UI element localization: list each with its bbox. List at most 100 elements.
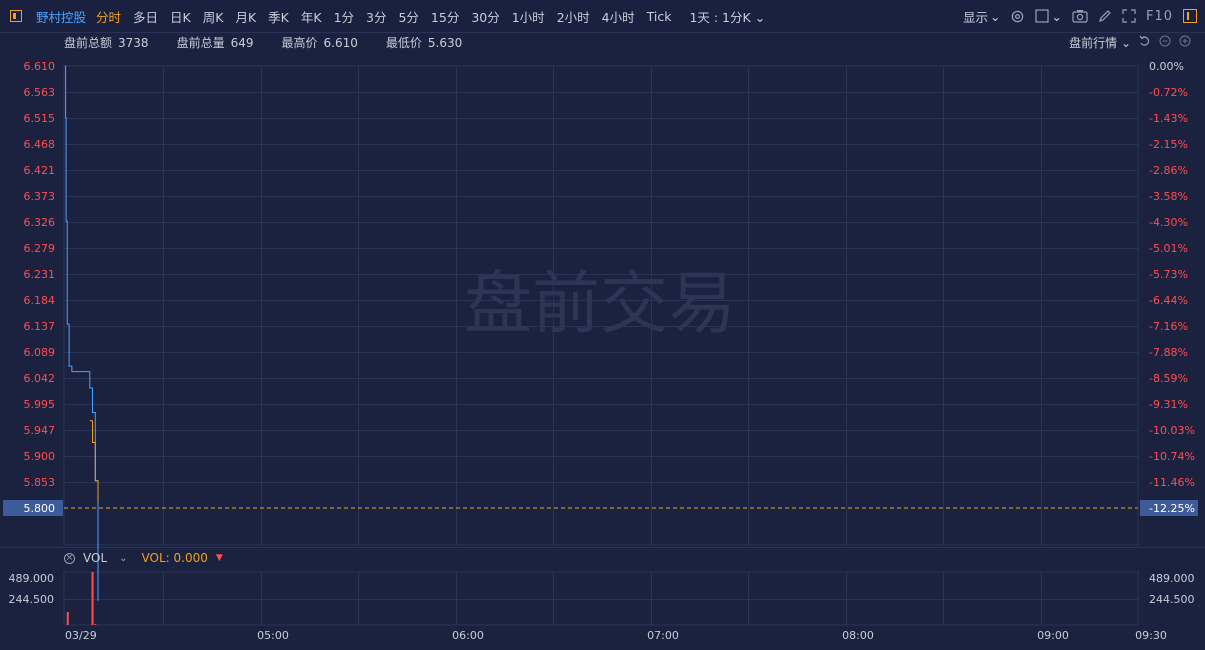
percent-tick-label: -11.46% [1149,476,1195,489]
sidebar-toggle-icon[interactable] [10,10,22,22]
chevron-down-icon: ⌄ [1051,8,1062,24]
close-icon[interactable]: × [64,552,75,564]
tab-4hour[interactable]: 4小时 [602,7,635,26]
volume-indicator-name: VOL [83,551,108,565]
tab-1min[interactable]: 1分 [334,7,354,26]
tab-15min[interactable]: 15分 [431,7,459,26]
price-tick-label: 6.468 [24,138,56,151]
percent-tick-label: -7.16% [1149,320,1188,333]
price-tick-label: 6.137 [24,320,56,333]
percent-tick-label: -6.44% [1149,294,1188,307]
average-price-line [89,420,99,503]
camera-icon[interactable] [1072,9,1088,23]
stock-name[interactable]: 野村控股 [36,7,86,26]
percent-tick-label: -7.88% [1149,346,1188,359]
tab-2hour[interactable]: 2小时 [557,7,590,26]
display-menu-button[interactable]: 显示 ⌄ [963,7,1001,26]
grid [0,65,1205,626]
tab-multi-day[interactable]: 多日 [133,7,158,26]
info-right-tools: 盘前行情 ⌄ [1069,32,1191,52]
time-axis: 03/29 05:00 06:00 07:00 08:00 09:00 09:30 [65,629,1167,642]
fullscreen-icon[interactable] [1122,9,1136,23]
tab-1hour[interactable]: 1小时 [512,7,545,26]
zoom-in-icon[interactable] [1179,35,1191,50]
chart-window: 盘前交易 6.610 6.563 6.515 6.468 6.421 6.373 6.326… [0,0,1205,650]
current-price: 5.800 -12.25% [3,500,1198,516]
f10-button[interactable]: F10 [1146,9,1173,24]
series [65,65,99,601]
toolbar: 野村控股 分时 多日 日K 周K 月K 季K 年K 1分 3分 5分 15分 3… [0,0,1205,33]
premarket-total-amount: 盘前总额 3738 [64,35,149,50]
percent-tick-label: 0.00% [1149,60,1184,73]
chevron-down-icon[interactable]: ⌄ [119,553,127,564]
tab-intraday[interactable]: 分时 [96,7,121,26]
volume-value: VOL: 0.000 [141,551,208,565]
volume-tick-label: 244.500 [9,593,55,606]
chevron-down-icon: ⌄ [1120,35,1131,50]
volume-bar [94,624,97,625]
tab-yearly-k[interactable]: 年K [301,7,322,26]
price-tick-label: 5.900 [24,450,56,463]
percent-axis: 0.00% -0.72% -1.43% -2.15% -2.86% -3.58% -4.30… [1149,60,1195,489]
percent-tick-label: -10.74% [1149,450,1195,463]
price-tick-label: 6.326 [24,216,56,229]
time-tick-label: 03/29 [65,629,97,642]
high-price: 最高价 6.610 [281,35,358,50]
panel-toggle-icon[interactable] [1183,9,1197,23]
price-tick-label: 5.853 [24,476,56,489]
zoom-out-icon[interactable] [1159,35,1171,50]
volume-tick-label: 489.000 [1149,572,1195,585]
price-tick-label: 6.515 [24,112,56,125]
volume-bar [66,611,69,625]
tab-monthly-k[interactable]: 月K [235,7,256,26]
chevron-down-icon: ⌄ [754,9,766,25]
price-tick-label: 6.089 [24,346,56,359]
volume-panel: 489.000 489.000 244.500 244.500 [9,572,1195,625]
quote-dropdown[interactable]: 盘前行情 ⌄ [1069,34,1131,51]
percent-tick-label: -5.73% [1149,268,1188,281]
percent-tick-label: -2.86% [1149,164,1188,177]
interval-dropdown[interactable]: 1天 : 1分K ⌄ [689,7,765,26]
settings-gear-icon[interactable] [1010,9,1025,24]
price-axis: 6.610 6.563 6.515 6.468 6.421 6.373 6.326 6.279… [24,60,56,489]
watermark: 盘前交易 [464,265,736,344]
layout-select-button[interactable]: ⌄ [1035,8,1062,24]
volume-bar [91,572,94,625]
volume-tick-label: 244.500 [1149,593,1195,606]
current-percent-label: -12.25% [1149,502,1195,515]
tab-quarterly-k[interactable]: 季K [268,7,289,26]
triangle-down-icon: ▼ [215,553,223,563]
price-tick-label: 6.421 [24,164,56,177]
time-tick-label: 09:00 [1037,629,1069,642]
tab-weekly-k[interactable]: 周K [203,7,224,26]
price-tick-label: 6.373 [24,190,56,203]
price-tick-label: 6.279 [24,242,56,255]
tab-5min[interactable]: 5分 [398,7,418,26]
price-tick-label: 6.184 [24,294,56,307]
price-line [65,65,99,601]
tab-tick[interactable]: Tick [647,9,672,24]
price-tick-label: 6.563 [24,86,56,99]
current-price-label: 5.800 [24,502,56,515]
time-tick-label: 05:00 [257,629,289,642]
volume-tick-label: 489.000 [9,572,55,585]
price-tick-label: 6.042 [24,372,56,385]
time-tick-label: 08:00 [842,629,874,642]
undo-icon[interactable] [1139,35,1151,50]
percent-tick-label: -1.43% [1149,112,1188,125]
tab-3min[interactable]: 3分 [366,7,386,26]
square-icon [1035,9,1050,23]
draw-pen-icon[interactable] [1098,9,1112,23]
volume-border [63,571,1139,626]
percent-tick-label: -3.58% [1149,190,1188,203]
price-tick-label: 5.995 [24,398,56,411]
percent-tick-label: -0.72% [1149,86,1188,99]
tab-30min[interactable]: 30分 [471,7,499,26]
time-tick-label: 09:30 [1135,629,1167,642]
percent-tick-label: -8.59% [1149,372,1188,385]
price-tick-label: 6.231 [24,268,56,281]
percent-tick-label: -5.01% [1149,242,1188,255]
price-tick-label: 5.947 [24,424,56,437]
tab-daily-k[interactable]: 日K [170,7,191,26]
percent-tick-label: -9.31% [1149,398,1188,411]
